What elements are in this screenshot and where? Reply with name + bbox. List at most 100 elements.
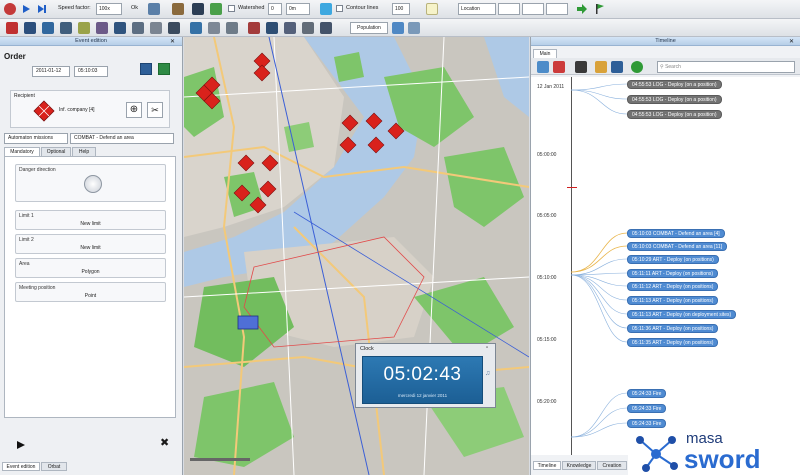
ruler-tool-icon[interactable] [132, 22, 144, 34]
tab-help[interactable]: Help [72, 147, 96, 156]
bucket-tool-icon[interactable] [42, 22, 54, 34]
tab-event-edition[interactable]: Event edition [2, 462, 40, 471]
map-view-icon[interactable] [210, 3, 222, 15]
clear-recipient-icon[interactable]: ✂ [147, 102, 163, 118]
terrain-icon[interactable] [192, 3, 204, 15]
stop-icon[interactable] [4, 3, 16, 15]
draw-tool-icon[interactable] [6, 22, 18, 34]
route-tool-icon[interactable] [96, 22, 108, 34]
timeline-event[interactable]: 05:24:33 Fire [627, 404, 667, 413]
date-input[interactable]: 2011-01-12 [32, 66, 70, 77]
mission-category-select[interactable]: Automaton missions [4, 133, 68, 144]
tab-creation[interactable]: Creation [597, 461, 627, 470]
location-y-input[interactable] [522, 3, 544, 15]
timeline-event[interactable]: 05:11:12 ART - Deploy (on positions) [627, 282, 719, 291]
timeline-event[interactable]: 04:55:53 LOG - Deploy (on a position) [627, 95, 722, 104]
timeline-event[interactable]: 05:10:03 COMBAT - Defend an area [11] [627, 242, 728, 251]
clock-close-icon[interactable]: ▫ [486, 345, 488, 351]
zoom-tool-icon[interactable] [168, 22, 180, 34]
contour-color-icon[interactable] [426, 3, 438, 15]
meeting-position-value[interactable]: Point [16, 293, 165, 299]
timeline-search-input[interactable]: ⚲ Search [657, 61, 795, 73]
plus-tool-icon[interactable] [78, 22, 90, 34]
clock-window[interactable]: Clock ▫ 05:02:43 mercredi 12 janvier 201… [355, 343, 496, 408]
sort-icon[interactable] [284, 22, 296, 34]
open-folder-icon[interactable] [595, 61, 607, 73]
add-event-icon[interactable] [553, 61, 565, 73]
angle-tool-icon[interactable] [150, 22, 162, 34]
link-icon[interactable] [248, 22, 260, 34]
watershed-height-input[interactable]: 0m [286, 3, 310, 15]
timeline-event[interactable]: 04:55:53 LOG - Deploy (on a position) [627, 80, 722, 89]
contour-lines-input[interactable]: 100 [392, 3, 410, 15]
play-order-icon[interactable] [16, 440, 26, 450]
delete-order-icon[interactable]: ✖ [160, 438, 169, 449]
color-swatch-icon[interactable] [320, 3, 332, 15]
step-icon[interactable] [36, 3, 48, 15]
box-icon[interactable] [172, 3, 184, 15]
watershed-checkbox[interactable] [228, 5, 235, 12]
filter-icon[interactable] [226, 22, 238, 34]
timeline-event[interactable]: 05:11:36 ART - Deploy (on positions) [627, 324, 719, 333]
location-x-input[interactable] [498, 3, 520, 15]
limit1-value[interactable]: New limit [16, 221, 165, 227]
contour-lines-checkbox[interactable] [336, 5, 343, 12]
speed-factor-input[interactable]: 100x [96, 3, 122, 15]
tab-timeline[interactable]: Timeline [533, 461, 561, 470]
layers-icon[interactable] [148, 3, 160, 15]
crosshair-icon[interactable] [575, 61, 587, 73]
timeline-event[interactable]: 04:55:53 LOG - Deploy (on a position) [627, 110, 722, 119]
measure-tool-icon[interactable] [114, 22, 126, 34]
timeline-event[interactable]: 05:10:03 COMBAT - Defend an area [4] [627, 229, 725, 238]
grid-icon[interactable] [208, 22, 220, 34]
timeline-event[interactable]: 05:11:13 ART - Deploy (on deployment sit… [627, 310, 737, 319]
pen-tool-icon[interactable] [60, 22, 72, 34]
alarm-bell-icon[interactable]: ♫ [485, 370, 490, 377]
tab-main[interactable]: Main [533, 49, 557, 58]
friendly-unit[interactable] [237, 315, 259, 330]
timeline-event[interactable]: 05:24:33 Fire [627, 389, 667, 398]
timeline-event[interactable]: 05:11:13 ART - Deploy (on positions) [627, 296, 719, 305]
location-z-input[interactable] [546, 3, 568, 15]
location-select[interactable]: Location [458, 3, 496, 15]
play-icon[interactable] [20, 3, 32, 15]
line-tool-icon[interactable] [24, 22, 36, 34]
close-timeline-icon[interactable]: ✕ [789, 38, 794, 45]
hash-icon[interactable] [320, 22, 332, 34]
window-icon[interactable] [408, 22, 420, 34]
watershed-input[interactable]: 0 [268, 3, 282, 15]
display-icon[interactable] [190, 22, 202, 34]
target-icon[interactable]: ⊕ [126, 102, 142, 118]
population-button[interactable]: Population [350, 22, 388, 34]
map-canvas[interactable] [184, 37, 529, 475]
list-icon[interactable] [302, 22, 314, 34]
refresh-icon[interactable] [537, 61, 549, 73]
ok-button[interactable]: Ok [131, 5, 138, 11]
tab-mandatory[interactable]: Mandatory [4, 147, 40, 156]
timeline-event[interactable]: 05:10:29 ART - Deploy (on positions) [627, 255, 719, 264]
tab-knowledge[interactable]: Knowledge [562, 461, 596, 470]
time-input[interactable]: 05:10:03 [74, 66, 108, 77]
save-new-icon[interactable] [158, 63, 170, 75]
recipient-name: Inf. company [4] [59, 107, 95, 113]
timeline-event[interactable]: 05:11:11 ART - Deploy (on positions) [627, 269, 719, 278]
close-panel-icon[interactable]: ✕ [170, 38, 175, 45]
timeline-canvas[interactable]: 12 Jan 2011 05:00:00 05:05:00 05:10:00 0… [531, 77, 800, 455]
area-value[interactable]: Polygon [16, 269, 165, 275]
wind-icon[interactable] [266, 22, 278, 34]
tab-orbat[interactable]: Orbat [41, 462, 67, 471]
save-icon[interactable] [140, 63, 152, 75]
mission-select[interactable]: COMBAT - Defend an area [70, 133, 174, 144]
go-arrow-icon[interactable] [576, 3, 588, 15]
save-timeline-icon[interactable] [611, 61, 623, 73]
map-view[interactable] [184, 37, 529, 475]
panel-icon[interactable] [392, 22, 404, 34]
direction-dial[interactable] [84, 175, 102, 193]
limit2-value[interactable]: New limit [16, 245, 165, 251]
flag-icon[interactable] [594, 3, 606, 15]
danger-direction-group: Danger direction [15, 164, 166, 202]
record-icon[interactable] [631, 61, 643, 73]
timeline-event[interactable]: 05:24:33 Fire [627, 419, 667, 428]
timeline-event[interactable]: 05:11:35 ART - Deploy (on positions) [627, 338, 719, 347]
tab-optional[interactable]: Optional [41, 147, 71, 156]
